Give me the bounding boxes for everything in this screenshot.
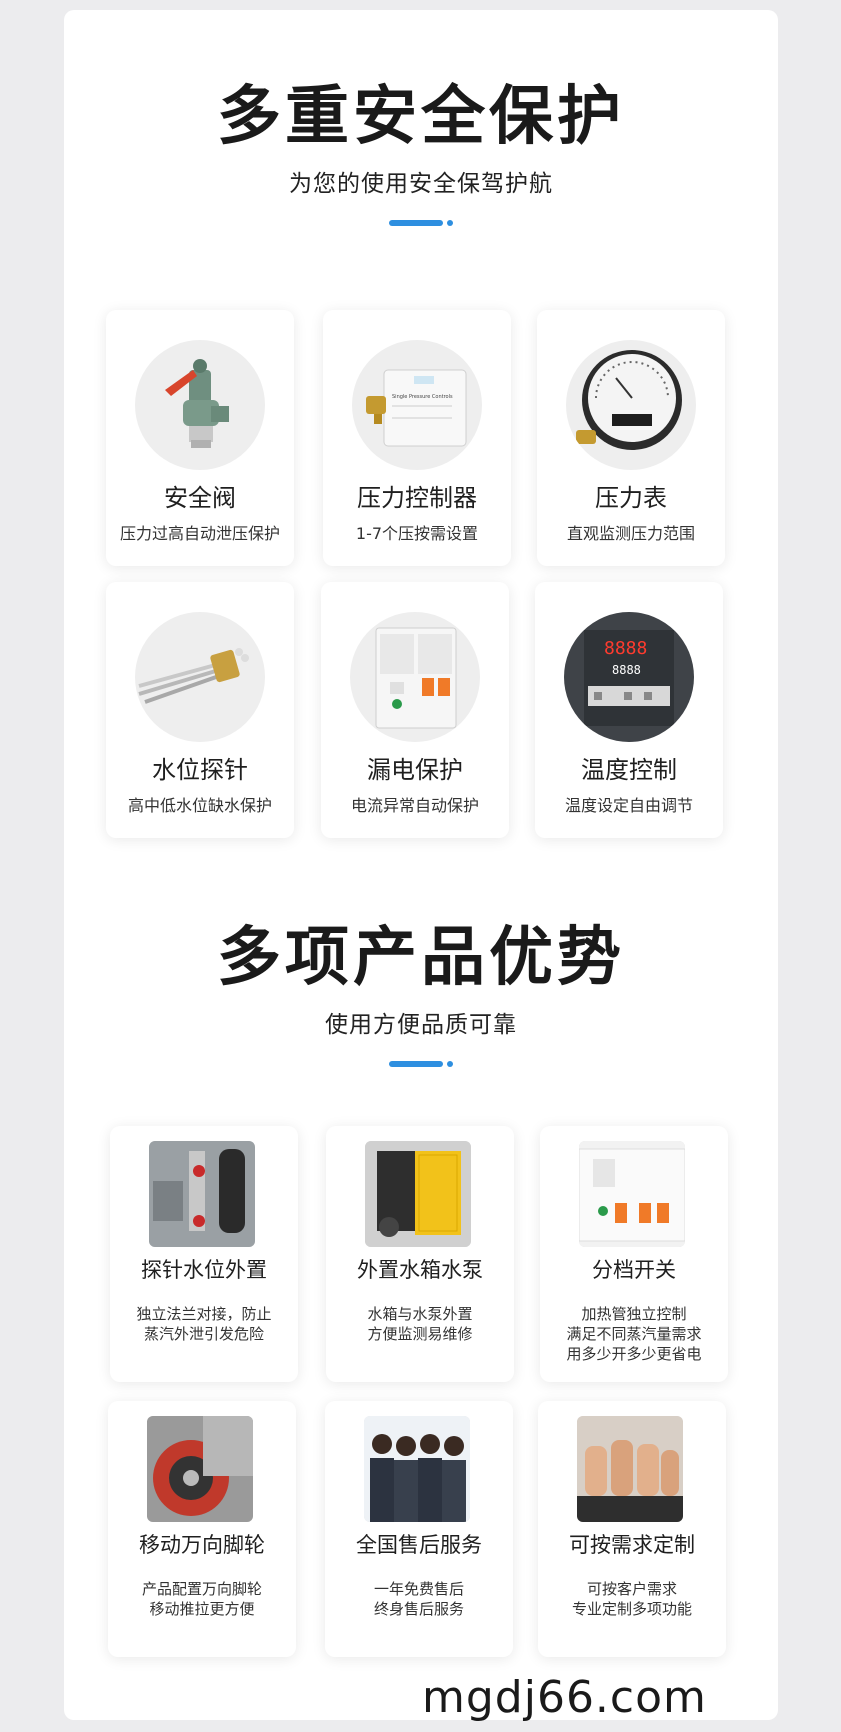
external-tank-pump-photo [365,1141,471,1247]
advantage-card-caster-wheel: 移动万向脚轮 产品配置万向脚轮 移动推拉更方便 [108,1401,296,1657]
advantage-card-step-switch: 分档开关 加热管独立控制 满足不同蒸汽量需求 用多少开多少更省电 [540,1126,728,1382]
controller-label: Single Pressure Controls [392,394,453,400]
card-subtitle: 温度设定自由调节 [564,796,693,815]
pressure-gauge-icon [566,340,696,470]
card-description: 可按客户需求 专业定制多项功能 [571,1580,692,1618]
section-title: 多项产品优势 [217,921,625,995]
card-title: 全国售后服务 [356,1533,482,1557]
breaker-switch-photo [579,1141,685,1247]
card-subtitle: 压力过高自动泄压保护 [119,524,280,543]
feature-card-safety-valve: 安全阀 压力过高自动泄压保护 [106,310,294,566]
feature-card-pressure-controller: Single Pressure Controls 压力控制器 1-7个压按需设置 [323,310,511,566]
section-title: 多重安全保护 [217,80,625,154]
card-description: 独立法兰对接，防止 蒸汽外泄引发危险 [136,1305,272,1343]
advantage-card-customization: 可按需求定制 可按客户需求 专业定制多项功能 [538,1401,726,1657]
card-subtitle: 电流异常自动保护 [350,796,479,815]
service-team-photo [364,1416,470,1522]
card-title: 可按需求定制 [569,1533,695,1557]
feature-card-water-level-probe: 水位探针 高中低水位缺水保护 [106,582,294,838]
advantage-card-after-sales: 全国售后服务 一年免费售后 终身售后服务 [325,1401,513,1657]
accent-divider [389,220,453,226]
card-title: 移动万向脚轮 [139,1533,265,1557]
card-subtitle: 高中低水位缺水保护 [127,796,272,815]
temperature-controller-icon: 8888 8888 [564,612,694,742]
safety-valve-icon [135,340,265,470]
pressure-controller-icon: Single Pressure Controls [352,340,482,470]
card-description: 加热管独立控制 满足不同蒸汽量需求 用多少开多少更省电 [566,1305,702,1363]
leakage-breaker-icon [350,612,480,742]
water-level-probe-icon [135,612,265,742]
section-safety-header: 多重安全保护 为您的使用安全保驾护航 [64,85,778,226]
footer-url[interactable]: mgdj66.com [422,1676,707,1720]
thumbs-up-photo [577,1416,683,1522]
section-subtitle: 使用方便品质可靠 [325,1012,517,1038]
card-title: 压力表 [595,484,667,512]
card-description: 一年免费售后 终身售后服务 [373,1580,464,1618]
card-description: 产品配置万向脚轮 移动推拉更方便 [141,1580,262,1618]
card-description: 水箱与水泵外置 方便监测易维修 [367,1305,473,1343]
feature-card-pressure-gauge: 压力表 直观监测压力范围 [537,310,725,566]
advantage-card-external-tank: 外置水箱水泵 水箱与水泵外置 方便监测易维修 [326,1126,514,1382]
card-subtitle: 直观监测压力范围 [566,524,695,543]
card-title: 水位探针 [152,756,248,784]
section-subtitle: 为您的使用安全保驾护航 [289,171,553,197]
advantage-card-external-probe: 探针水位外置 独立法兰对接，防止 蒸汽外泄引发危险 [110,1126,298,1382]
card-title: 外置水箱水泵 [357,1258,483,1282]
caster-wheel-photo [147,1416,253,1522]
accent-divider [389,1061,453,1067]
external-probe-photo [149,1141,255,1247]
card-title: 温度控制 [581,756,677,784]
card-title: 漏电保护 [367,756,463,784]
card-subtitle: 1-7个压按需设置 [355,524,479,543]
feature-card-leakage-protection: 漏电保护 电流异常自动保护 [321,582,509,838]
card-title: 探针水位外置 [141,1258,267,1282]
card-title: 安全阀 [164,484,236,512]
content-panel: 多重安全保护 为您的使用安全保驾护航 安全阀 压力过高自动泄压保护 Single [64,10,778,1720]
feature-card-temperature-control: 8888 8888 温度控制 温度设定自由调节 [535,582,723,838]
card-title: 分档开关 [592,1258,676,1282]
section-advantages-header: 多项产品优势 使用方便品质可靠 [64,926,778,1067]
svg-text:8888: 8888 [612,663,641,677]
card-title: 压力控制器 [357,484,477,512]
temp-display: 8888 [604,638,647,659]
